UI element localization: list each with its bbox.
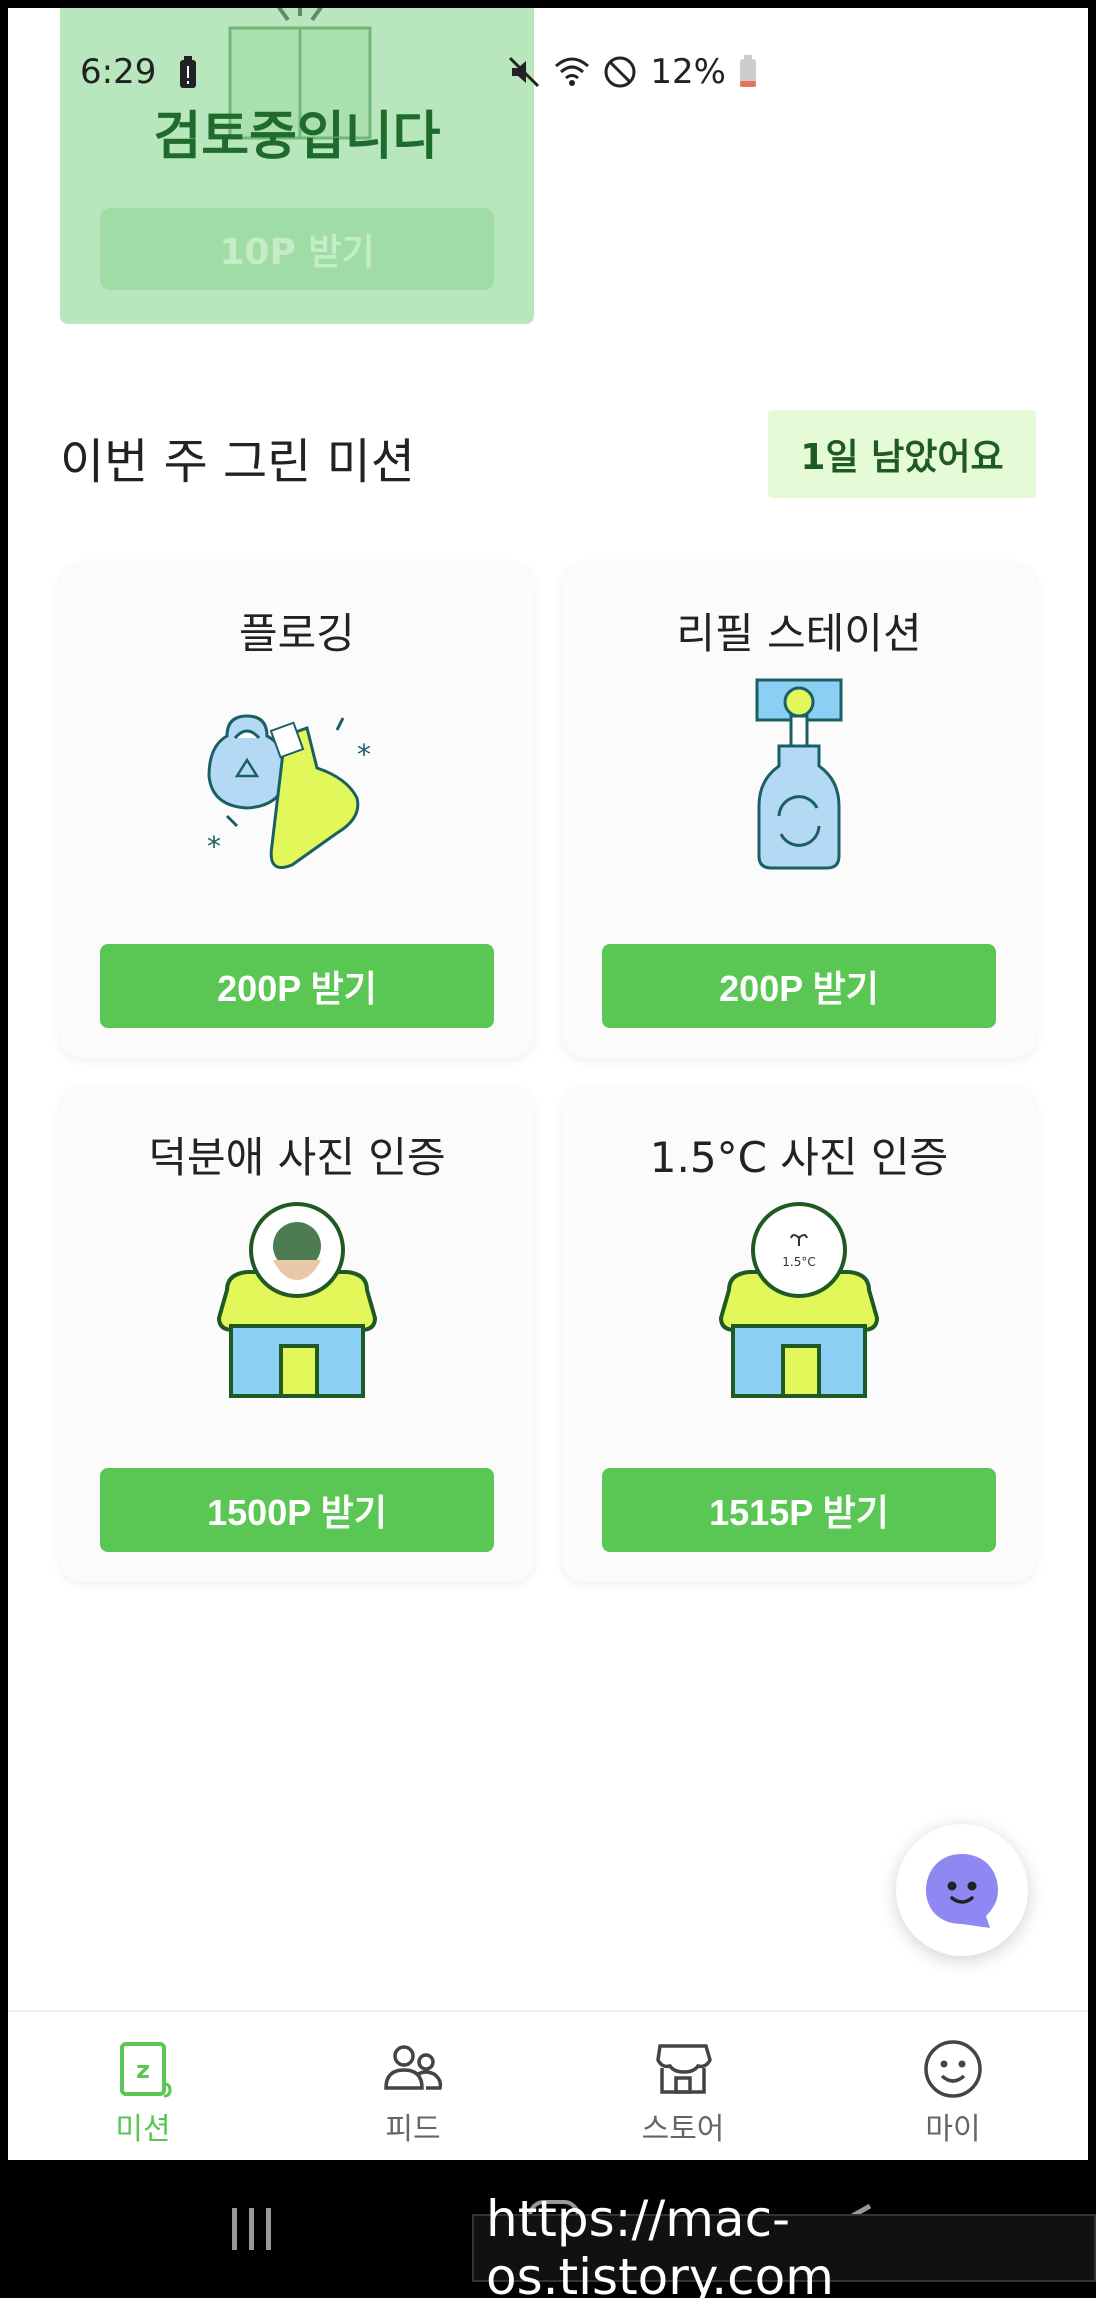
refill-spray-icon: [755, 678, 843, 870]
nav-label: 미션: [115, 2112, 171, 2147]
chatbot-fab[interactable]: [896, 1824, 1028, 1956]
mission-card-thanks-photo[interactable]: 덕분애 사진 인증 1500P 받기: [60, 1088, 534, 1582]
mission-title: 플로깅: [239, 609, 355, 658]
battery-alert-icon: [180, 56, 196, 88]
svg-text:*: *: [207, 830, 221, 863]
mute-icon: [509, 56, 540, 88]
mission-icon: z: [120, 2042, 172, 2098]
mission-reward-button[interactable]: 1515P 받기: [602, 1468, 996, 1552]
wifi-icon: [555, 57, 590, 86]
nav-label: 피드: [385, 2112, 441, 2147]
mission-title: 1.5°C 사진 인증: [649, 1133, 949, 1182]
status-icons: 12%: [506, 52, 758, 92]
watermark-url: https://mac-os.tistory.com: [472, 2190, 1096, 2298]
mission-reward-button[interactable]: 200P 받기: [100, 944, 494, 1028]
mission-title: 덕분애 사진 인증: [148, 1133, 446, 1182]
nav-item-mission[interactable]: z 미션: [8, 2012, 278, 2160]
smile-icon: [924, 2040, 982, 2098]
people-icon: [384, 2045, 443, 2090]
nav-label: 마이: [925, 2112, 981, 2147]
svg-text:*: *: [357, 738, 371, 771]
plogging-icon: * *: [207, 714, 371, 869]
status-bar: 6:29 12%: [8, 8, 1088, 118]
recent-apps-icon[interactable]: [228, 2206, 276, 2252]
nav-item-store[interactable]: 스토어: [548, 2012, 818, 2160]
app-screen: 검토중입니다 10P 받기 6:29 12% 이번 주 그린 미션 1일 남았어…: [8, 8, 1088, 2160]
nav-item-my[interactable]: 마이: [818, 2012, 1088, 2160]
mission-card-refill-station[interactable]: 리필 스테이션 200P 받기: [562, 564, 1036, 1058]
store-sprout-icon: 1.5°C: [718, 1202, 880, 1398]
status-time: 6:29: [80, 52, 157, 92]
mission-reward-button[interactable]: 1500P 받기: [100, 1468, 494, 1552]
sprout-badge-text: 1.5°C: [782, 1255, 815, 1269]
do-not-disturb-icon: [604, 56, 636, 88]
nav-label: 스토어: [641, 2112, 725, 2147]
battery-percent: 12%: [650, 52, 726, 92]
store-earth-icon: [216, 1202, 378, 1398]
battery-icon: [740, 55, 756, 87]
mission-title: 리필 스테이션: [676, 609, 922, 658]
nav-item-feed[interactable]: 피드: [278, 2012, 548, 2160]
mission-reward-button[interactable]: 200P 받기: [602, 944, 996, 1028]
ghost-chat-icon: [926, 1854, 998, 1928]
mission-card-plogging[interactable]: 플로깅 * * 200P 받기: [60, 564, 534, 1058]
svg-text:z: z: [136, 2056, 150, 2084]
store-icon: [656, 2044, 712, 2094]
review-reward-button[interactable]: 10P 받기: [100, 208, 494, 290]
days-left-badge: 1일 남았어요: [768, 410, 1036, 498]
bottom-navigation: z 미션 피드 스토어 마이: [8, 2010, 1088, 2160]
section-title: 이번 주 그린 미션: [60, 434, 415, 490]
mission-card-1-5c-photo[interactable]: 1.5°C 사진 인증 1.5°C 1515P 받기: [562, 1088, 1036, 1582]
